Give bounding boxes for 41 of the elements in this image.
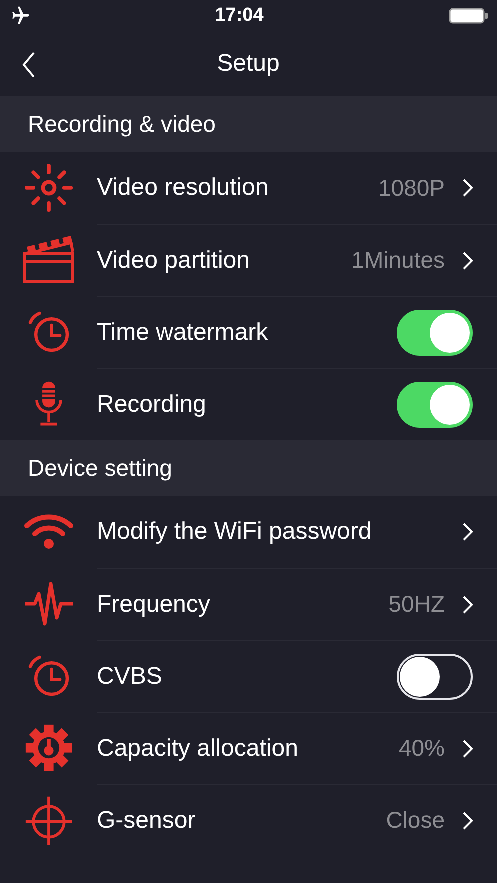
setting-label: Time watermark xyxy=(97,318,270,346)
chevron-right-icon xyxy=(463,740,473,758)
status-time: 17:04 xyxy=(215,5,264,27)
gear-icon xyxy=(24,723,74,773)
setting-label: G-sensor xyxy=(97,806,197,834)
section-header: Recording & video xyxy=(0,96,497,152)
settings-row[interactable]: G-sensor Close xyxy=(0,784,497,856)
setting-value: 1080P xyxy=(378,174,445,202)
setting-label: CVBS xyxy=(97,662,164,690)
setting-label: Frequency xyxy=(97,590,212,618)
chevron-right-icon xyxy=(463,523,473,541)
setting-label: Capacity allocation xyxy=(97,734,300,762)
settings-row[interactable]: Capacity allocation 40% xyxy=(0,712,497,784)
setting-value: 1Minutes xyxy=(352,247,445,274)
settings-row[interactable]: Frequency 50HZ xyxy=(0,568,497,640)
chevron-left-icon xyxy=(22,52,36,78)
crosshair-icon xyxy=(24,795,74,845)
chevron-right-icon xyxy=(463,812,473,830)
toggle-switch[interactable] xyxy=(397,382,473,428)
setting-label: Recording xyxy=(97,390,208,418)
setting-value: 50HZ xyxy=(388,591,445,618)
settings-row[interactable]: Time watermark xyxy=(0,296,497,368)
setting-label: Video resolution xyxy=(97,174,270,202)
setting-value: Close xyxy=(386,807,445,834)
setting-value: 40% xyxy=(398,735,445,762)
toggle-switch[interactable] xyxy=(397,310,473,356)
screen-title: Setup xyxy=(217,50,280,78)
chevron-right-icon xyxy=(463,596,473,614)
chevron-right-icon xyxy=(463,179,473,197)
settings-row[interactable]: Video resolution 1080P xyxy=(0,152,497,224)
setting-label: Video partition xyxy=(97,246,251,274)
section-header: Device setting xyxy=(0,440,497,496)
settings-row[interactable]: CVBS xyxy=(0,640,497,712)
wifi-icon xyxy=(22,512,74,552)
settings-row[interactable]: Modify the WiFi password xyxy=(0,496,497,568)
battery-icon xyxy=(448,7,489,25)
sun-icon xyxy=(24,163,74,213)
clapperboard-icon xyxy=(22,234,74,286)
settings-row[interactable]: Video partition 1Minutes xyxy=(0,224,497,296)
chevron-right-icon xyxy=(463,252,473,270)
setting-label: Modify the WiFi password xyxy=(97,518,373,546)
